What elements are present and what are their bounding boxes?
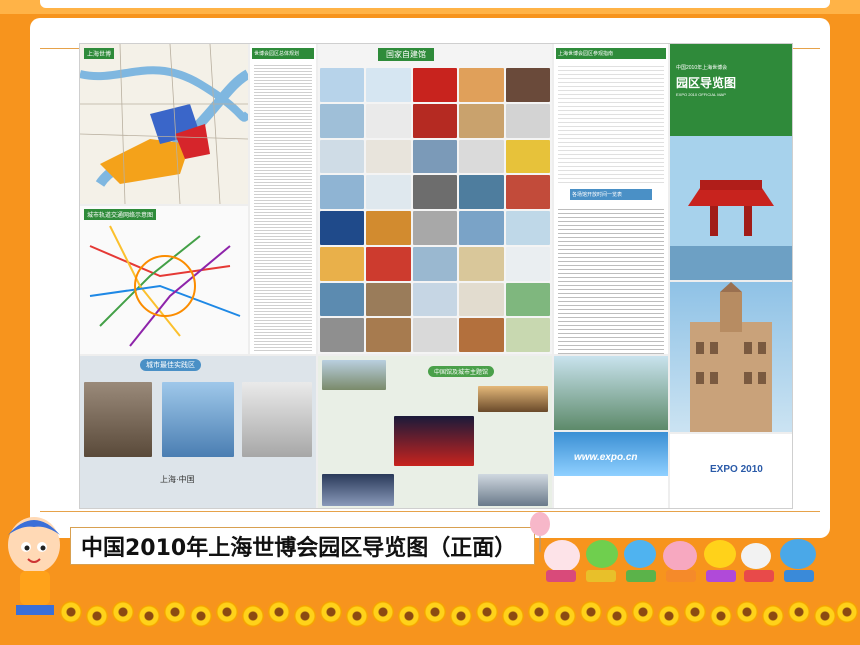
sunflower-border-icon [60,601,860,631]
urban-photo-1 [84,382,152,457]
urban-photo-3 [242,382,312,457]
website-panel: www.expo.cn [554,432,668,508]
table-title: 各场馆开放时间一览表 [570,189,652,200]
cover-panel: 中国2010年上海世博会 园区导览图 EXPO 2010 OFFICIAL MA… [670,44,792,280]
expo-info-text [254,63,312,353]
slide-caption: 中国2010年上海世博会园区导览图（正面） [81,536,517,561]
cover-subtitle: 中国2010年上海世博会 [676,65,728,71]
china-pavilion-photo-1 [322,360,386,390]
expo-logo-panel: EXPO 2010 [670,434,792,508]
metro-map-title: 城市轨道交通网络示意图 [84,209,157,220]
caption-box: 中国2010年上海世博会园区导览图（正面） [70,527,535,565]
urban-photo-2 [162,382,234,457]
city-map-graphic [80,44,248,204]
cartoon-animals-icon [544,539,816,582]
expo-info-panel: 世博会园区总体规划 [250,44,316,354]
expo-map-sheet: 上海世博 城市轨道交通网络示意图 城市最佳实践区 上海·中国 世博会园区总体规划… [80,44,792,508]
china-pavilion-panel-title: 中国馆及城市主题馆 [428,366,495,377]
urban-panel-title: 城市最佳实践区 [140,359,201,371]
national-pavilions-panel: 国家自建馆 [318,44,552,354]
expo-info-title: 世博会园区总体规划 [252,48,314,59]
cover-title: 园区导览图 [676,76,737,90]
national-pavilions-title: 国家自建馆 [378,48,434,61]
china-pavilion-photo-3 [478,386,548,412]
top-tab [40,0,830,8]
urban-panel: 城市最佳实践区 上海·中国 [80,356,316,508]
china-pavilion-panel: 中国馆及城市主题馆 [318,356,552,508]
info-panel-title: 上海世博会园区参观指南 [556,48,666,59]
expo-logo: EXPO 2010 [710,464,763,475]
website-text: www.expo.cn [574,452,638,463]
china-pavilion-photo-5 [478,474,548,506]
info-table-panel: 上海世博会园区参观指南 各场馆开放时间一览表 [554,44,668,354]
park-aerial-panel [554,356,668,430]
cover-header: 中国2010年上海世博会 园区导览图 EXPO 2010 OFFICIAL MA… [670,44,792,136]
cover-tagline: EXPO 2010 OFFICIAL MAP [676,92,726,97]
info-text-block [558,63,664,183]
metro-map-panel: 城市轨道交通网络示意图 [80,206,248,354]
china-pavilion-photo-4 [322,474,394,506]
china-pavilion-photo-2 [394,416,474,466]
customs-house-illustration [690,282,772,432]
customs-house-panel [670,282,792,432]
bottom-rule [40,511,820,512]
hours-table [558,206,664,354]
china-pavilion-illustration [670,136,792,280]
shanghai-map-title: 上海世博 [84,48,115,59]
metro-lines-graphic [89,225,241,347]
urban-city-line: 上海·中国 [160,475,195,484]
pavilion-thumbnails [320,68,550,352]
shanghai-map-panel: 上海世博 [80,44,248,204]
